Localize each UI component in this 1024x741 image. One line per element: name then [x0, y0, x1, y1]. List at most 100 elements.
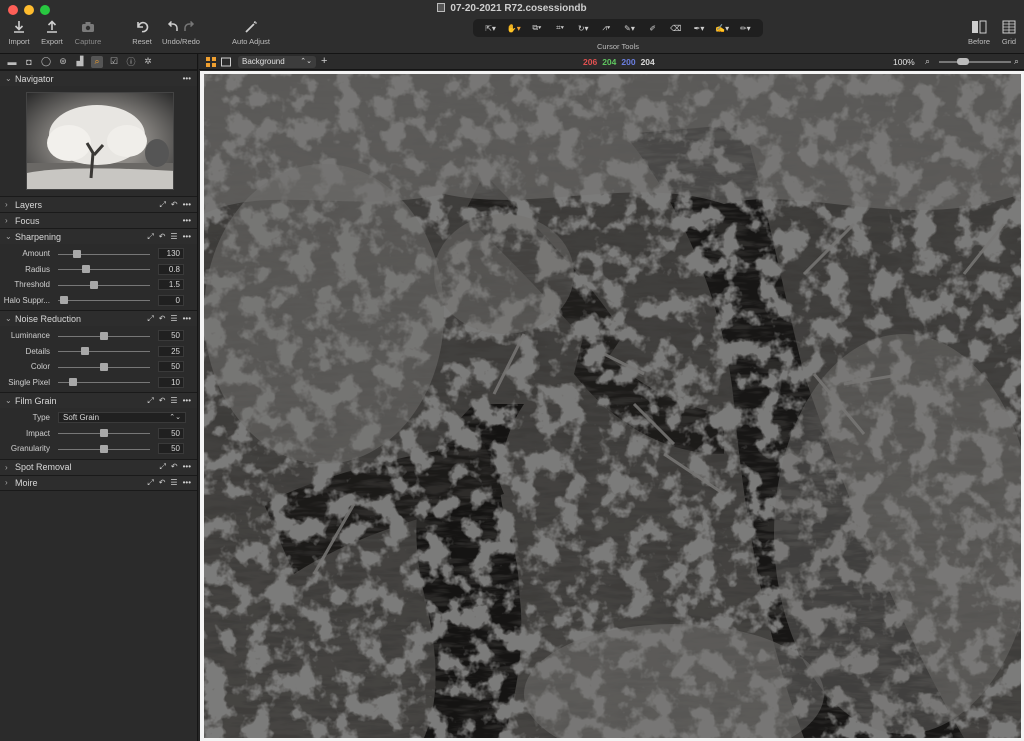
- exposure-tab-icon[interactable]: ▟: [74, 56, 86, 68]
- luminance-readout: 204: [640, 57, 655, 67]
- select-icon[interactable]: ⇱▾: [480, 21, 502, 35]
- grain-type-select[interactable]: Soft Grain ⌃⌄: [58, 412, 186, 424]
- reset-panel-icon[interactable]: ↶: [159, 232, 166, 242]
- panel-menu-icon[interactable]: •••: [183, 462, 191, 472]
- main-photo[interactable]: [204, 74, 1021, 738]
- expand-icon[interactable]: ⤢: [159, 200, 165, 210]
- reset-panel-icon[interactable]: ↶: [159, 396, 166, 406]
- import-button[interactable]: Import: [6, 20, 32, 46]
- undo-redo-button[interactable]: Undo/Redo: [161, 20, 201, 46]
- expand-icon[interactable]: ⤢: [147, 232, 153, 242]
- zoom-slider[interactable]: [939, 58, 1011, 66]
- library-tab-icon[interactable]: ▬: [6, 56, 18, 68]
- panel-menu-icon[interactable]: •••: [183, 396, 191, 406]
- navigator-thumbnail[interactable]: [26, 92, 174, 190]
- presets-icon[interactable]: ☰: [170, 478, 177, 488]
- presets-icon[interactable]: ☰: [170, 396, 177, 406]
- details-tab-icon[interactable]: ⌕: [91, 55, 103, 68]
- reset-panel-icon[interactable]: ↶: [159, 478, 166, 488]
- cursor-tools-group: ⇱▾ ✋▾ ⧉▾ ⌗▾ ↻▾ ⩘▾ ✎▾ ✐ ⌫ ✒▾ ✍▾ ✏▾: [473, 19, 763, 37]
- color-tab-icon[interactable]: ⊛: [57, 56, 69, 68]
- lens-tab-icon[interactable]: ◯: [40, 56, 52, 68]
- noise-reduction-panel-header[interactable]: ⌄ Noise Reduction ⤢ ↶ ☰ •••: [0, 310, 197, 326]
- export-button[interactable]: Export: [38, 20, 66, 46]
- halo-suppression-value[interactable]: 0: [158, 294, 184, 306]
- color-slider[interactable]: [58, 362, 150, 372]
- panel-menu-icon[interactable]: •••: [183, 478, 191, 488]
- reset-button[interactable]: Reset: [130, 20, 154, 46]
- capture-tab-icon[interactable]: ◘: [23, 56, 35, 68]
- layers-panel-header[interactable]: › Layers ⤢ ↶ •••: [0, 196, 197, 212]
- gradient-icon[interactable]: ✒▾: [688, 21, 710, 35]
- granularity-slider[interactable]: [58, 444, 150, 454]
- focus-panel-header[interactable]: › Focus •••: [0, 212, 197, 228]
- presets-icon[interactable]: ☰: [170, 232, 177, 242]
- luminance-slider[interactable]: [58, 331, 150, 341]
- picker-icon[interactable]: ✎▾: [619, 21, 641, 35]
- eraser-icon[interactable]: ⌫: [665, 21, 687, 35]
- panel-menu-icon[interactable]: •••: [183, 232, 191, 242]
- brush-icon[interactable]: ✐: [642, 21, 664, 35]
- blue-value: 200: [621, 57, 636, 67]
- amount-value[interactable]: 130: [158, 248, 184, 260]
- panel-menu-icon[interactable]: •••: [183, 74, 197, 83]
- color-picker-icon[interactable]: ✍▾: [711, 21, 733, 35]
- luminance-value[interactable]: 50: [158, 330, 184, 342]
- radius-value[interactable]: 0.8: [158, 263, 184, 275]
- impact-value[interactable]: 50: [158, 427, 184, 439]
- panel-menu-icon[interactable]: •••: [183, 314, 191, 324]
- layer-select[interactable]: Background ⌃⌄: [238, 56, 316, 68]
- add-layer-icon[interactable]: +: [321, 55, 327, 67]
- expand-icon[interactable]: ⤢: [147, 396, 153, 406]
- single-view-icon[interactable]: [221, 57, 231, 67]
- output-tab-icon[interactable]: ✲: [142, 56, 154, 68]
- panel-menu-icon[interactable]: •••: [183, 200, 191, 210]
- annotation-icon[interactable]: ✏▾: [734, 21, 756, 35]
- zoom-in-icon[interactable]: ⌕: [1014, 56, 1019, 67]
- reset-panel-icon[interactable]: ↶: [171, 200, 178, 210]
- grid-button[interactable]: Grid: [998, 20, 1020, 46]
- presets-icon[interactable]: ☰: [170, 314, 177, 324]
- moire-panel-header[interactable]: › Moire ⤢ ↶ ☰ •••: [0, 474, 197, 491]
- slider-row: Threshold 1.5: [0, 277, 197, 293]
- single-pixel-slider[interactable]: [58, 377, 150, 387]
- panel-menu-icon[interactable]: •••: [183, 216, 191, 225]
- adjustments-tab-icon[interactable]: ☑: [108, 56, 120, 68]
- type-label: Type: [32, 413, 50, 423]
- slider-row: Luminance 50: [0, 328, 197, 344]
- halo-suppression-slider[interactable]: [58, 295, 150, 305]
- before-button[interactable]: Before: [966, 20, 992, 46]
- reset-panel-icon[interactable]: ↶: [171, 462, 178, 472]
- single-pixel-value[interactable]: 10: [158, 376, 184, 388]
- expand-icon[interactable]: ⤢: [159, 462, 165, 472]
- amount-slider[interactable]: [58, 249, 150, 259]
- details-value[interactable]: 25: [158, 345, 184, 357]
- pan-icon[interactable]: ✋▾: [503, 21, 525, 35]
- navigator-panel-header[interactable]: ⌄ Navigator •••: [0, 70, 197, 86]
- auto-adjust-button[interactable]: Auto Adjust: [229, 20, 273, 46]
- expand-icon[interactable]: ⤢: [147, 478, 153, 488]
- crop-icon[interactable]: ⌗▾: [549, 21, 571, 35]
- multi-view-icon[interactable]: [206, 57, 216, 67]
- granularity-value[interactable]: 50: [158, 443, 184, 455]
- expand-icon[interactable]: ⤢: [147, 314, 153, 324]
- threshold-slider[interactable]: [58, 280, 150, 290]
- metadata-tab-icon[interactable]: ⓘ: [125, 56, 137, 68]
- impact-slider[interactable]: [58, 428, 150, 438]
- loupe-icon[interactable]: ⧉▾: [526, 21, 548, 35]
- chevron-right-icon: ›: [5, 462, 8, 472]
- zoom-out-icon[interactable]: ⌕: [925, 56, 930, 67]
- keystone-icon[interactable]: ⩘▾: [595, 21, 617, 35]
- color-value[interactable]: 50: [158, 361, 184, 373]
- radius-slider[interactable]: [58, 264, 150, 274]
- spot-removal-panel-header[interactable]: › Spot Removal ⤢ ↶ •••: [0, 458, 197, 475]
- sharpening-panel-header[interactable]: ⌄ Sharpening ⤢ ↶ ☰ •••: [0, 228, 197, 244]
- chevron-right-icon: ›: [5, 478, 8, 487]
- threshold-value[interactable]: 1.5: [158, 279, 184, 291]
- film-grain-panel-header[interactable]: ⌄ Film Grain ⤢ ↶ ☰ •••: [0, 392, 197, 408]
- reset-panel-icon[interactable]: ↶: [159, 314, 166, 324]
- capture-button[interactable]: Capture: [72, 20, 104, 46]
- details-slider[interactable]: [58, 346, 150, 356]
- image-viewer[interactable]: [200, 71, 1024, 741]
- rotate-icon[interactable]: ↻▾: [572, 21, 594, 35]
